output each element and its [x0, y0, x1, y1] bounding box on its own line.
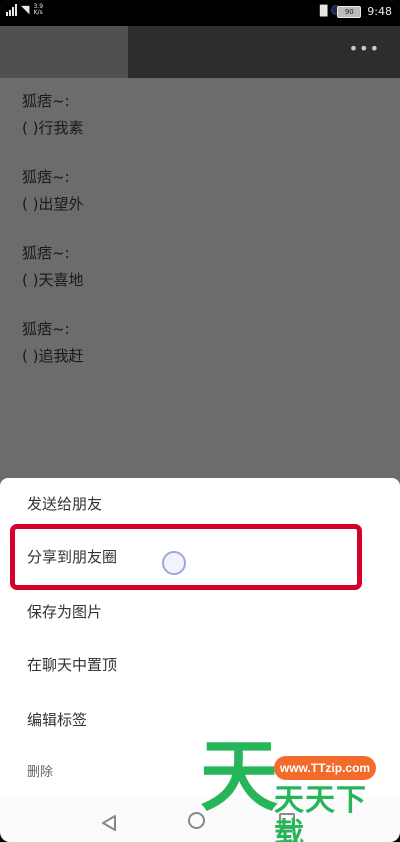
wifi-icon: ◥ [21, 3, 30, 16]
message-text: ( )天喜地 [22, 271, 84, 289]
cell-signal-icon [6, 4, 17, 16]
menu-item-pin-to-top[interactable]: 在聊天中置顶 [27, 655, 117, 675]
network-speed: 3.9 K/s [33, 4, 43, 16]
highlight-box [10, 524, 362, 590]
phone-screen: ◥ 3.9 K/s ▐▌ 90 9:48 ••• 狐痞~: ( )行我素 狐痞~… [0, 0, 400, 842]
message-block: 狐痞~: ( )出望外 [22, 166, 83, 216]
menu-item-send-to-friend[interactable]: 发送给朋友 [27, 494, 102, 514]
back-icon[interactable] [100, 814, 118, 832]
message-content: 狐痞~: ( )行我素 狐痞~: ( )出望外 狐痞~: ( )天喜地 狐痞~:… [22, 90, 83, 394]
site-watermark: 天 www.TTzip.com 天天下载 [200, 738, 390, 842]
app-bar-title-area [0, 26, 128, 78]
battery-icon: 90 [337, 5, 362, 18]
app-bar: ••• [0, 26, 400, 78]
message-block: 狐痞~: ( )天喜地 [22, 242, 83, 292]
vibrate-icon: ▐▌ [315, 6, 332, 17]
touch-indicator [162, 551, 186, 575]
message-sender: 狐痞~: [22, 244, 70, 262]
message-sender: 狐痞~: [22, 168, 70, 186]
message-sender: 狐痞~: [22, 92, 70, 110]
status-right: ▐▌ 90 9:48 [316, 5, 392, 18]
clock: 9:48 [367, 5, 392, 18]
message-block: 狐痞~: ( )行我素 [22, 90, 83, 140]
menu-item-delete[interactable]: 删除 [27, 763, 53, 783]
message-text: ( )追我赶 [22, 347, 84, 365]
watermark-text: 天天下载 [274, 783, 367, 842]
status-bar: ◥ 3.9 K/s ▐▌ 90 9:48 [0, 0, 400, 30]
watermark-logo-char: 天 [200, 732, 279, 822]
menu-item-save-as-image[interactable]: 保存为图片 [27, 602, 102, 622]
network-speed-unit: K/s [33, 9, 43, 16]
message-block: 狐痞~: ( )追我赶 [22, 318, 83, 368]
watermark-url: www.TTzip.com [274, 756, 376, 780]
status-left: ◥ 3.9 K/s [6, 4, 43, 16]
more-dots-icon[interactable]: ••• [349, 41, 380, 57]
message-sender: 狐痞~: [22, 320, 70, 338]
menu-item-edit-tags[interactable]: 编辑标签 [27, 710, 87, 730]
message-text: ( )出望外 [22, 195, 84, 213]
message-text: ( )行我素 [22, 119, 84, 137]
